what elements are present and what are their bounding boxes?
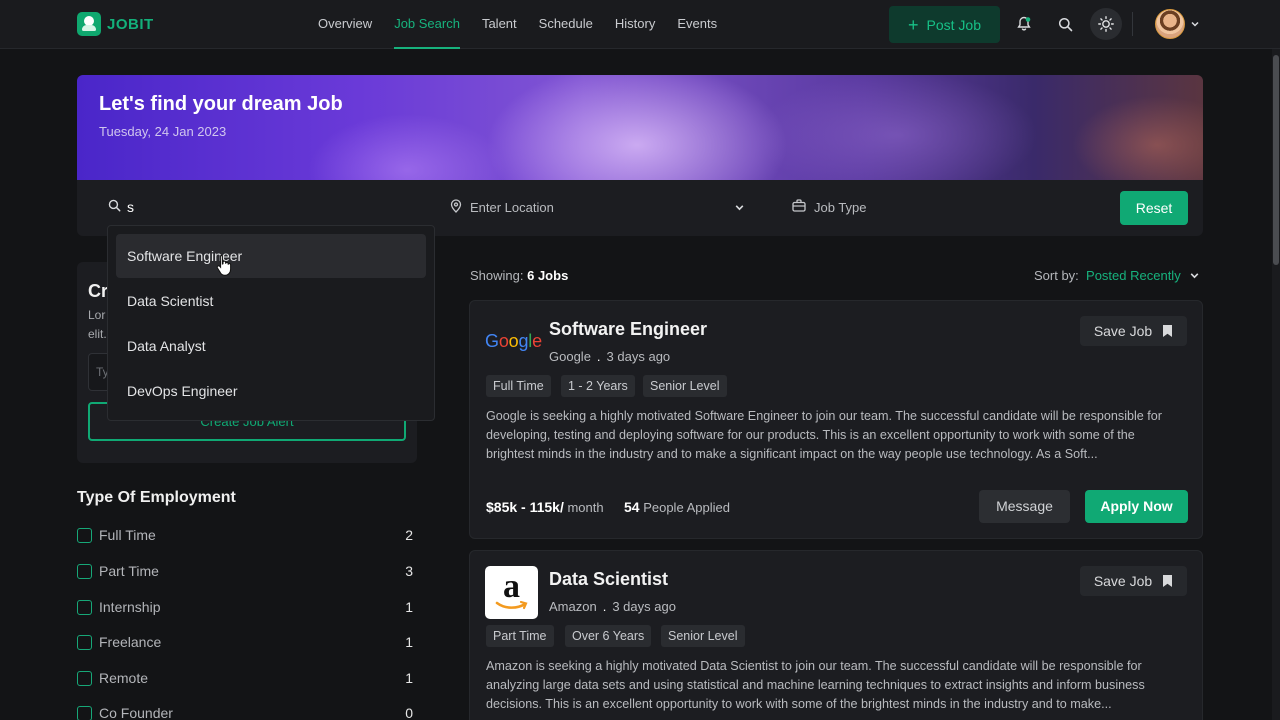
nav-links: Overview Job Search Talent Schedule Hist…: [318, 0, 739, 49]
theme-toggle-button[interactable]: [1090, 8, 1122, 40]
filter-count: 0: [405, 705, 413, 720]
checkbox[interactable]: [77, 635, 92, 650]
suggestion-data-analyst[interactable]: Data Analyst: [116, 324, 426, 368]
employment-type-heading: Type Of Employment: [77, 489, 236, 506]
location-input[interactable]: Enter Location: [470, 200, 554, 215]
logo-text: JOBIT: [107, 15, 154, 33]
filter-label: Freelance: [99, 634, 162, 650]
scrollbar-thumb[interactable]: [1273, 55, 1279, 265]
filter-freelance[interactable]: Freelance 1: [77, 631, 417, 655]
nav-link-history[interactable]: History: [615, 0, 655, 49]
job-description: Google is seeking a highly motivated Sof…: [486, 409, 1163, 461]
results-count: Showing: 6 Jobs: [470, 268, 569, 283]
job-title[interactable]: Data Scientist: [549, 569, 668, 590]
suggestion-software-engineer[interactable]: Software Engineer: [116, 234, 426, 278]
nav-divider: [1132, 12, 1133, 36]
post-job-label: Post Job: [926, 16, 981, 33]
filter-count: 1: [405, 599, 413, 615]
nav-link-job-search[interactable]: Job Search: [394, 0, 460, 49]
search-icon[interactable]: [1050, 9, 1080, 39]
filter-label: Internship: [99, 599, 161, 615]
checkbox[interactable]: [77, 600, 92, 615]
page-scrollbar[interactable]: [1272, 49, 1280, 720]
job-type-select[interactable]: Job Type: [814, 200, 867, 215]
job-alert-title: Cr: [88, 281, 109, 301]
search-icon: [108, 199, 121, 212]
hero-title: Let's find your dream Job: [99, 93, 343, 115]
location-pin-icon: [450, 199, 462, 213]
job-meta: Google. 3 days ago: [549, 349, 671, 364]
message-button[interactable]: Message: [979, 490, 1070, 523]
job-description: Amazon is seeking a highly motivated Dat…: [486, 659, 1145, 711]
suggestion-data-scientist[interactable]: Data Scientist: [116, 279, 426, 323]
filter-remote[interactable]: Remote 1: [77, 667, 417, 691]
filter-part-time[interactable]: Part Time 3: [77, 560, 417, 584]
job-tag: 1 - 2 Years: [561, 375, 635, 397]
bookmark-icon: [1163, 575, 1173, 587]
top-navbar: JOBIT Overview Job Search Talent Schedul…: [0, 0, 1280, 49]
search-suggestions-dropdown: Software Engineer Data Scientist Data An…: [107, 225, 435, 421]
nav-link-events[interactable]: Events: [677, 0, 717, 49]
checkbox[interactable]: [77, 671, 92, 686]
job-meta: Amazon. 3 days ago: [549, 599, 676, 614]
post-job-button[interactable]: + Post Job: [889, 6, 1000, 43]
search-input[interactable]: s: [127, 199, 134, 215]
filter-label: Part Time: [99, 563, 159, 579]
logo-icon: [77, 12, 101, 36]
hand-cursor-icon: [216, 254, 232, 276]
filter-count: 2: [405, 527, 413, 543]
filter-count: 1: [405, 670, 413, 686]
hero-banner: Let's find your dream Job Tuesday, 24 Ja…: [77, 75, 1203, 180]
checkbox[interactable]: [77, 528, 92, 543]
filter-count: 1: [405, 634, 413, 650]
plus-icon: +: [908, 14, 919, 35]
filter-full-time[interactable]: Full Time 2: [77, 524, 417, 548]
job-tag: Senior Level: [661, 625, 745, 647]
suggestion-devops-engineer[interactable]: DevOps Engineer: [116, 369, 426, 413]
reset-button[interactable]: Reset: [1120, 191, 1188, 225]
filter-count: 3: [405, 563, 413, 579]
filter-label: Co Founder: [99, 705, 173, 720]
job-tag: Part Time: [486, 625, 554, 647]
checkbox[interactable]: [77, 706, 92, 720]
chevron-down-icon[interactable]: [734, 202, 745, 213]
sun-icon: [1098, 16, 1114, 32]
nav-link-schedule[interactable]: Schedule: [539, 0, 593, 49]
filter-co-founder[interactable]: Co Founder 0: [77, 702, 417, 720]
bookmark-icon: [1163, 325, 1173, 337]
save-job-button[interactable]: Save Job: [1080, 566, 1187, 596]
applicants-count: 54 People Applied: [624, 499, 730, 515]
hero-date: Tuesday, 24 Jan 2023: [99, 124, 227, 139]
nav-link-talent[interactable]: Talent: [482, 0, 517, 49]
user-avatar[interactable]: [1155, 9, 1185, 39]
chevron-down-icon[interactable]: [1190, 19, 1200, 29]
checkbox[interactable]: [77, 564, 92, 579]
logo[interactable]: JOBIT: [77, 12, 154, 36]
apply-now-button[interactable]: Apply Now: [1085, 490, 1188, 523]
job-tag: Over 6 Years: [565, 625, 652, 647]
job-title[interactable]: Software Engineer: [549, 319, 707, 340]
job-tag: Senior Level: [643, 375, 727, 397]
job-salary: $85k - 115k/ month: [486, 499, 604, 515]
save-job-button[interactable]: Save Job: [1080, 316, 1187, 346]
amazon-logo: a: [485, 566, 538, 619]
briefcase-icon: [792, 199, 806, 212]
filter-label: Full Time: [99, 527, 156, 543]
sort-by-select[interactable]: Sort by: Posted Recently: [1034, 268, 1181, 283]
filter-label: Remote: [99, 670, 149, 686]
google-logo: Google: [485, 331, 542, 351]
nav-link-overview[interactable]: Overview: [318, 0, 372, 49]
filter-internship[interactable]: Internship 1: [77, 596, 417, 620]
notification-bell-icon[interactable]: [1009, 9, 1039, 39]
chevron-down-icon[interactable]: [1189, 270, 1200, 281]
job-tag: Full Time: [486, 375, 551, 397]
